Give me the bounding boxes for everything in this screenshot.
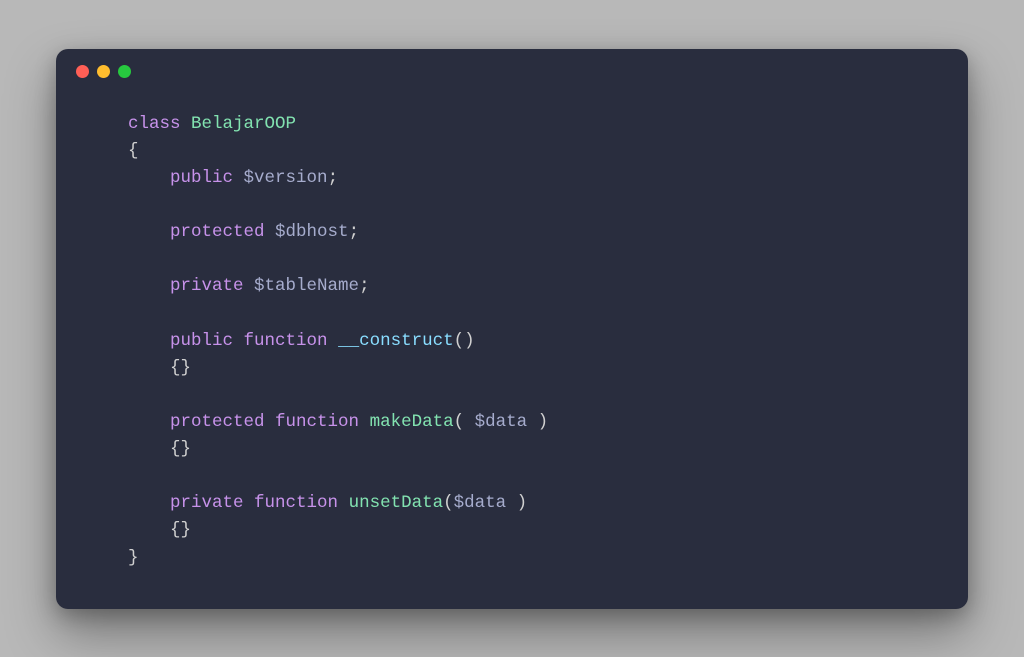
modifier-protected: protected [170,412,265,432]
brace-open: { [128,141,139,161]
paren-close: ) [517,493,528,513]
modifier-private: private [170,493,244,513]
indent [128,222,170,242]
indent [128,493,170,513]
modifier-public: public [170,331,233,351]
param-data: $data [454,493,517,513]
var-tablename: $tableName [254,276,359,296]
code-editor: class BelajarOOP { public $version; prot… [56,95,968,572]
indent [128,276,170,296]
indent [128,412,170,432]
keyword-class: class [128,114,181,134]
paren-close: ) [538,412,549,432]
empty-body: {} [170,358,191,378]
var-version: $version [244,168,328,188]
indent [128,439,170,459]
fn-construct: __construct [338,331,454,351]
var-dbhost: $dbhost [275,222,349,242]
fn-unsetdata: unsetData [349,493,444,513]
empty-body: {} [170,439,191,459]
paren-open: ( [454,412,465,432]
indent [128,520,170,540]
keyword-function: function [254,493,338,513]
brace-close: } [128,548,139,568]
code-window: class BelajarOOP { public $version; prot… [56,49,968,609]
param-data: $data [464,412,538,432]
keyword-function: function [244,331,328,351]
zoom-icon[interactable] [118,65,131,78]
keyword-function: function [275,412,359,432]
modifier-public: public [170,168,233,188]
semicolon: ; [349,222,360,242]
modifier-private: private [170,276,244,296]
indent [128,168,170,188]
paren-open: ( [443,493,454,513]
class-name: BelajarOOP [191,114,296,134]
titlebar [56,49,968,95]
semicolon: ; [328,168,339,188]
modifier-protected: protected [170,222,265,242]
semicolon: ; [359,276,370,296]
paren-close: ) [464,331,475,351]
close-icon[interactable] [76,65,89,78]
indent [128,331,170,351]
indent [128,358,170,378]
fn-makedata: makeData [370,412,454,432]
minimize-icon[interactable] [97,65,110,78]
paren-open: ( [454,331,465,351]
empty-body: {} [170,520,191,540]
